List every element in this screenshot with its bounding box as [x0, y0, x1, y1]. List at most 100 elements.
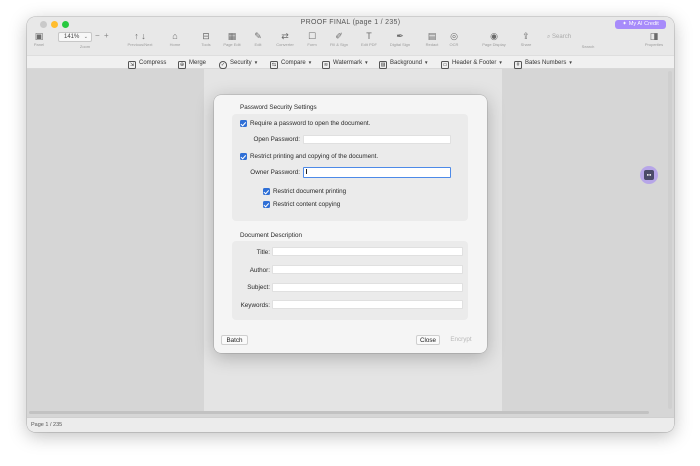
- sparkle-icon: ✦: [622, 21, 627, 27]
- tool-label: Edit: [254, 42, 262, 47]
- arrow-up-down-icon[interactable]: ↑ ↓: [123, 31, 157, 42]
- zoom-in-button[interactable]: +: [104, 31, 109, 40]
- author-input[interactable]: [272, 265, 463, 274]
- caret-down-icon: ▼: [424, 60, 429, 65]
- compress-label: Compress: [139, 60, 167, 66]
- ai-assistant-button[interactable]: ●●: [640, 166, 658, 184]
- form-icon: ☐: [307, 31, 317, 41]
- merge-label: Merge: [189, 60, 207, 66]
- ocr-icon: ◎: [450, 31, 458, 41]
- owner-password-label: Owner Password:: [250, 169, 300, 176]
- subject-field-label: Subject:: [247, 284, 270, 291]
- sidebar-icon: ▣: [34, 31, 44, 41]
- tool-label: Redact: [425, 42, 439, 47]
- ai-credit-button[interactable]: ✦ My AI Credit: [615, 20, 666, 29]
- chevron-down-icon: ⌄: [83, 34, 88, 40]
- share-button[interactable]: ⇪ Share: [517, 31, 535, 48]
- text-cursor: [306, 169, 307, 174]
- subject-input[interactable]: [272, 283, 463, 292]
- tools-button[interactable]: ⊟ Tools: [197, 31, 215, 48]
- vertical-scrollbar[interactable]: [668, 71, 672, 409]
- home-button[interactable]: ⌂ Home: [165, 31, 185, 48]
- compare-menu[interactable]: ⇆ Compare ▼: [270, 58, 312, 69]
- tool-label: Digital Sign: [389, 42, 411, 47]
- caret-down-icon: ▼: [568, 60, 573, 65]
- require-open-password-checkbox[interactable]: [240, 120, 247, 127]
- tool-label: Page Display: [482, 42, 506, 47]
- encrypt-button[interactable]: Encrypt: [446, 335, 476, 345]
- zoom-select[interactable]: 141% ⌄: [58, 32, 92, 42]
- compress-icon: ⇲: [128, 60, 136, 69]
- page-display-button[interactable]: ◉ Page Display: [479, 31, 509, 48]
- security-menu[interactable]: ✓ Security ▼: [219, 58, 259, 69]
- compress-button[interactable]: ⇲ Compress: [128, 58, 167, 69]
- merge-icon: ⊕: [178, 60, 186, 69]
- search-field[interactable]: ⌕ Search: [547, 32, 632, 43]
- page-indicator: Page 1 / 235: [31, 422, 63, 428]
- inspector-icon: ◨: [649, 31, 659, 41]
- compare-label: Compare: [281, 60, 306, 66]
- security-dialog: Password Security Settings Require a pas…: [214, 95, 487, 353]
- restrict-content-copying-label: Restrict content copying: [273, 201, 341, 208]
- open-password-label: Open Password:: [253, 136, 300, 143]
- pen-icon: ✒: [396, 31, 404, 41]
- edit-button[interactable]: ✎ Edit: [249, 31, 267, 48]
- form-button[interactable]: ☐ Form: [303, 31, 321, 48]
- redact-button[interactable]: ▤ Redact: [422, 31, 442, 48]
- panel-label: Panel: [33, 42, 45, 47]
- search-label: Search: [581, 44, 595, 49]
- ocr-button[interactable]: ◎ OCR: [445, 31, 463, 48]
- edit-icon: ✎: [254, 31, 262, 41]
- merge-button[interactable]: ⊕ Merge: [178, 58, 207, 69]
- title-input[interactable]: [272, 247, 463, 256]
- background-icon: ▨: [379, 60, 387, 69]
- tool-label: Tools: [201, 42, 211, 47]
- toolbox-icon: ⊟: [202, 31, 210, 41]
- restrict-document-printing-label: Restrict document printing: [273, 188, 347, 195]
- bates-numbers-menu[interactable]: # Bates Numbers ▼: [514, 58, 573, 69]
- background-menu[interactable]: ▨ Background ▼: [379, 58, 429, 69]
- open-password-input[interactable]: [303, 135, 451, 144]
- title-field-label: Title:: [256, 249, 270, 256]
- header-footer-menu[interactable]: ▭ Header & Footer ▼: [441, 58, 503, 69]
- require-open-password-label: Require a password to open the document.: [250, 120, 371, 127]
- home-label: Home: [169, 42, 181, 47]
- properties-label: Properties: [644, 42, 664, 47]
- eye-icon: ◉: [490, 31, 498, 41]
- sign-icon: ✐: [335, 31, 343, 41]
- owner-password-input[interactable]: [303, 167, 451, 178]
- watermark-menu[interactable]: ≋ Watermark ▼: [322, 58, 369, 69]
- shield-icon: ✓: [219, 60, 227, 69]
- ai-credit-label: My AI Credit: [628, 21, 659, 27]
- tool-label: Page Edit: [223, 42, 241, 47]
- restrict-document-printing-checkbox[interactable]: [263, 188, 270, 195]
- home-icon: ⌂: [172, 31, 178, 41]
- convert-icon: ⇄: [281, 31, 289, 41]
- horizontal-scrollbar[interactable]: [29, 411, 649, 414]
- converter-button[interactable]: ⇄ Converter: [272, 31, 298, 48]
- properties-button[interactable]: ◨ Properties: [639, 31, 669, 48]
- caret-down-icon: ▼: [498, 60, 503, 65]
- redact-icon: ▤: [427, 31, 437, 41]
- fill-sign-button[interactable]: ✐ Fill & Sign: [326, 31, 352, 48]
- restrict-content-copying-checkbox[interactable]: [263, 201, 270, 208]
- ai-assistant-icon: ●●: [644, 170, 654, 180]
- search-caption: Search: [575, 44, 601, 50]
- keywords-input[interactable]: [272, 300, 463, 309]
- batch-button[interactable]: Batch: [221, 335, 248, 345]
- watermark-label: Watermark: [333, 60, 363, 66]
- digital-sign-button[interactable]: ✒ Digital Sign: [385, 31, 415, 48]
- zoom-out-button[interactable]: −: [95, 31, 100, 40]
- close-button[interactable]: Close: [416, 335, 440, 345]
- password-section-title: Password Security Settings: [240, 104, 317, 111]
- watermark-icon: ≋: [322, 60, 330, 69]
- edit-pdf-button[interactable]: T Edit PDF: [357, 31, 381, 48]
- page-edit-button[interactable]: ▦ Page Edit: [219, 31, 245, 48]
- caret-down-icon: ▼: [253, 60, 259, 65]
- status-bar: Page 1 / 235: [27, 417, 674, 432]
- restrict-printing-copying-checkbox[interactable]: [240, 153, 247, 160]
- security-label: Security: [230, 60, 252, 66]
- bates-numbers-label: Bates Numbers: [525, 60, 567, 66]
- tool-label: Converter: [276, 42, 294, 47]
- panel-button[interactable]: ▣ Panel: [32, 31, 46, 48]
